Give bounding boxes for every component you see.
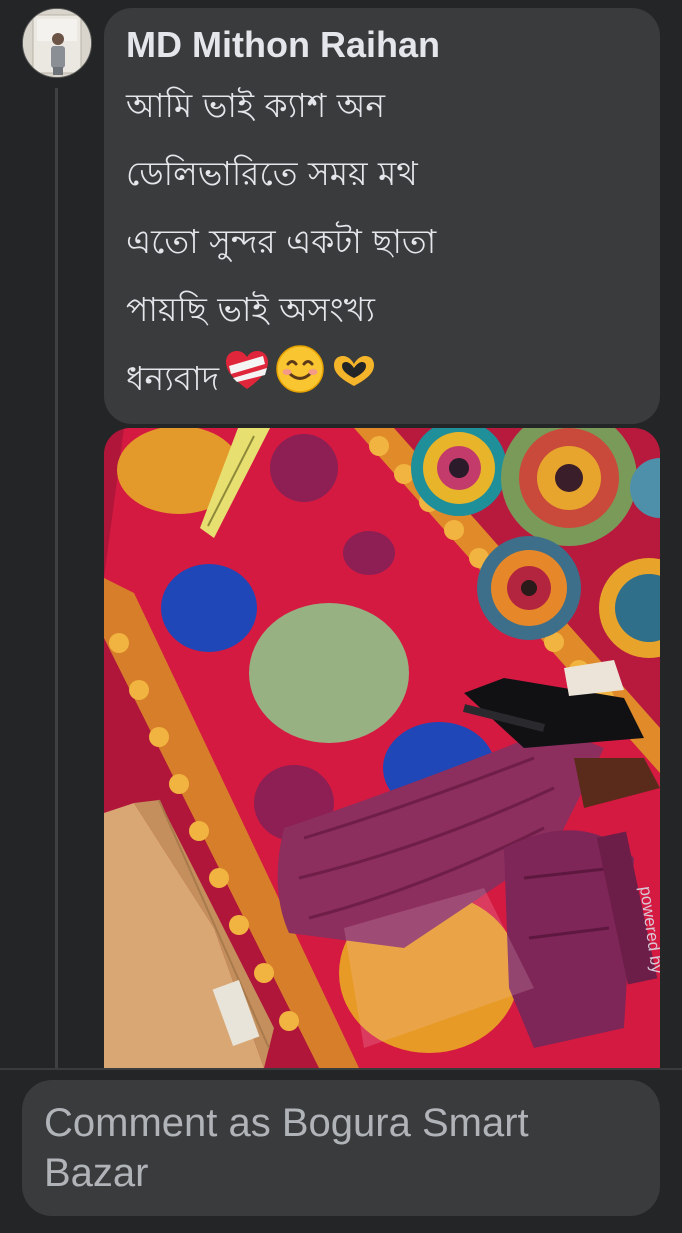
comment-author-name[interactable]: MD Mithon Raihan	[126, 22, 638, 68]
mending-heart-icon	[223, 347, 271, 415]
comment-thread-screen: MD Mithon Raihan আমি ভাই ক্যাশ অন ডেলিভা…	[0, 0, 682, 1233]
comment-input[interactable]: Comment as Bogura Smart Bazar	[22, 1080, 660, 1216]
umbrella-photo	[104, 428, 660, 1068]
comment-body: আমি ভাই ক্যাশ অন ডেলিভারিতে সময় মথ এতো …	[126, 72, 638, 417]
comment-bubble[interactable]: MD Mithon Raihan আমি ভাই ক্যাশ অন ডেলিভা…	[104, 8, 660, 424]
avatar-image	[23, 9, 91, 77]
comment-line: এতো সুন্দর একটা ছাতা	[126, 222, 437, 261]
heart-hands-icon	[329, 347, 379, 415]
reply-thread-line	[55, 88, 58, 1068]
avatar[interactable]	[22, 8, 92, 78]
composer-divider	[0, 1068, 682, 1070]
comment-line: আমি ভাই ক্যাশ অন	[126, 86, 386, 125]
smiling-face-icon	[275, 344, 325, 417]
comment-line: ডেলিভারিতে সময় মথ	[126, 154, 418, 193]
comment-line-text: ধন্যবাদ	[126, 359, 220, 398]
comment-line-last: ধন্যবাদ	[126, 344, 638, 417]
comment-line: পায়ছি ভাই অসংখ্য	[126, 290, 375, 329]
comment-input-placeholder: Comment as Bogura Smart Bazar	[44, 1101, 529, 1195]
comment-photo[interactable]: powered by	[104, 428, 660, 1068]
